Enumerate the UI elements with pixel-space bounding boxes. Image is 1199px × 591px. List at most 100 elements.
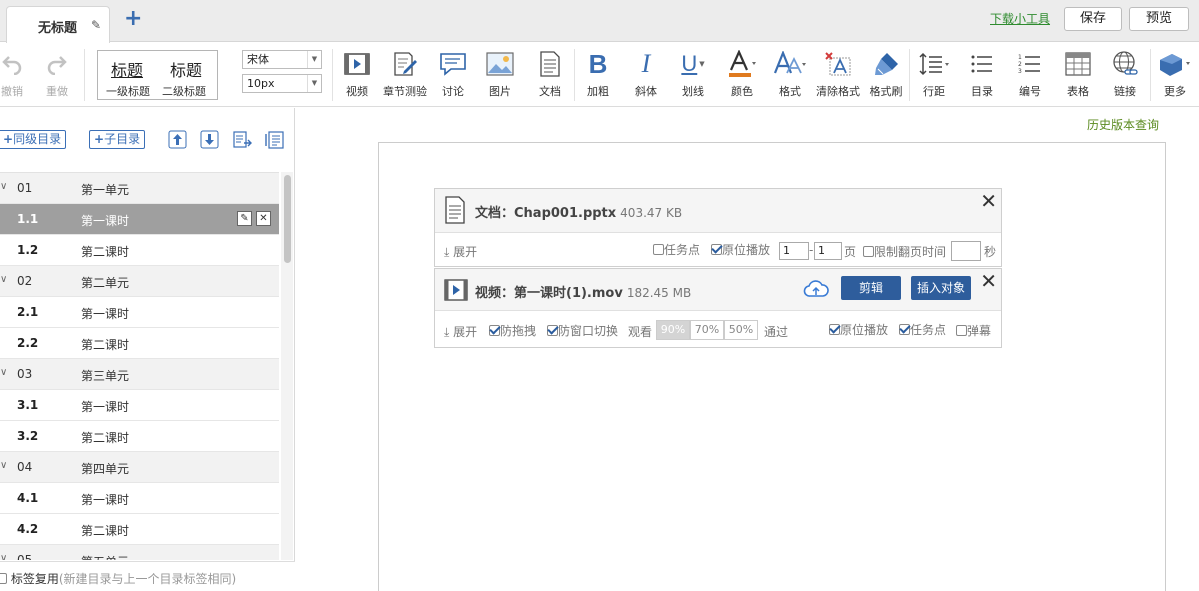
add-child-button[interactable]: +子目录 bbox=[89, 130, 146, 149]
outline-lesson-row[interactable]: 1.2 第二课时 bbox=[0, 235, 279, 266]
history-version-link[interactable]: 历史版本查询 bbox=[1087, 116, 1159, 133]
clear-format-button[interactable]: 清除格式 bbox=[813, 49, 863, 99]
outline-lesson-row[interactable]: 4.2 第二课时 bbox=[0, 514, 279, 545]
redo-button[interactable]: 重做 bbox=[42, 49, 72, 99]
underline-label: 划线 bbox=[682, 85, 704, 98]
underline-button[interactable]: U ▼ 划线 bbox=[676, 49, 710, 99]
doc-task-point-option[interactable]: 任务点 bbox=[653, 241, 700, 258]
heading1-sample[interactable]: 标题 bbox=[111, 57, 143, 81]
pencil-icon[interactable]: ✎ bbox=[237, 211, 252, 226]
document-tab[interactable]: 无标题 ✎ bbox=[6, 6, 110, 43]
anti-drag-checkbox[interactable] bbox=[489, 325, 500, 336]
plus-icon: + bbox=[3, 132, 14, 146]
outline-lesson-row[interactable]: 1.1 第一课时 ✎ ✕ bbox=[0, 204, 279, 235]
heading2-label[interactable]: 二级标题 bbox=[162, 83, 206, 99]
format-brush-label: 格式刷 bbox=[869, 85, 903, 98]
limit-page-time-option[interactable]: 限制翻页时间 bbox=[863, 243, 946, 260]
video-title: 视频：第一课时(1).mov bbox=[475, 286, 623, 301]
outline-lesson-row[interactable]: 2.2 第二课时 bbox=[0, 328, 279, 359]
video-inplace-play-option[interactable]: 原位播放 bbox=[829, 321, 888, 338]
image-button[interactable]: 图片 bbox=[485, 49, 515, 99]
italic-button[interactable]: I 斜体 bbox=[631, 49, 661, 99]
link-button[interactable]: 链接 bbox=[1110, 49, 1140, 99]
preview-button[interactable]: 预览 bbox=[1129, 7, 1189, 31]
line-spacing-button[interactable]: 行距 bbox=[916, 49, 952, 99]
outline-lesson-row[interactable]: 2.1 第一课时 bbox=[0, 297, 279, 328]
expand-toggle[interactable]: ⤓ 展开 bbox=[444, 243, 477, 260]
paint-brush-icon bbox=[866, 49, 906, 79]
save-button[interactable]: 保存 bbox=[1064, 7, 1122, 31]
outline-unit-row[interactable]: ∨ 05 第五单元 bbox=[0, 545, 279, 560]
outline-lesson-row[interactable]: 3.2 第二课时 bbox=[0, 421, 279, 452]
move-down-icon[interactable] bbox=[200, 130, 220, 150]
chevron-down-icon[interactable]: ∨ bbox=[0, 460, 7, 471]
numbering-button[interactable]: 123 编号 bbox=[1016, 49, 1044, 99]
danmaku-option[interactable]: 弹幕 bbox=[956, 322, 991, 339]
doc-task-point-checkbox[interactable] bbox=[653, 244, 664, 255]
page-to-input[interactable]: 1 bbox=[814, 242, 842, 260]
more-button[interactable]: 更多 bbox=[1156, 49, 1194, 99]
download-tool-link[interactable]: 下载小工具 bbox=[990, 10, 1050, 27]
doc-inplace-play-option[interactable]: 原位播放 bbox=[711, 241, 770, 258]
close-icon[interactable]: ✕ bbox=[980, 271, 997, 291]
chapter-test-button[interactable]: 章节测验 bbox=[380, 49, 430, 99]
close-icon[interactable]: ✕ bbox=[256, 211, 271, 226]
document-button[interactable]: 文档 bbox=[535, 49, 565, 99]
move-up-icon[interactable] bbox=[168, 130, 188, 150]
video-inplace-play-checkbox[interactable] bbox=[829, 324, 840, 335]
format-brush-button[interactable]: 格式刷 bbox=[866, 49, 906, 99]
font-family-select[interactable]: 宋体 ▼ bbox=[242, 50, 322, 69]
outline-lesson-row[interactable]: 3.1 第一课时 bbox=[0, 390, 279, 421]
undo-button[interactable]: 撤销 bbox=[0, 49, 26, 99]
anti-switch-checkbox[interactable] bbox=[547, 325, 558, 336]
chevron-down-icon[interactable]: ∨ bbox=[0, 181, 7, 192]
anti-switch-option[interactable]: 防窗口切换 bbox=[547, 322, 618, 339]
expand-toggle[interactable]: ⤓ 展开 bbox=[444, 323, 477, 340]
video-task-point-checkbox[interactable] bbox=[899, 324, 910, 335]
edit-video-button[interactable]: 剪辑 bbox=[841, 276, 901, 300]
doc-inplace-play-checkbox[interactable] bbox=[711, 244, 722, 255]
outline-unit-row[interactable]: ∨ 03 第三单元 bbox=[0, 359, 279, 390]
add-tab-plus-icon[interactable]: + bbox=[124, 8, 142, 30]
chevron-down-icon[interactable]: ∨ bbox=[0, 274, 7, 285]
outline-settings-icon[interactable] bbox=[265, 130, 285, 150]
document-block-title: 文档：Chap001.pptx 403.47 KB bbox=[475, 202, 682, 221]
bold-button[interactable]: B 加粗 bbox=[583, 49, 613, 99]
pencil-icon[interactable]: ✎ bbox=[91, 18, 101, 32]
toc-button[interactable]: 目录 bbox=[968, 49, 996, 99]
pass-rate-90[interactable]: 90% bbox=[656, 320, 690, 340]
table-button[interactable]: 表格 bbox=[1063, 49, 1093, 99]
danmaku-label: 弹幕 bbox=[967, 324, 992, 338]
format-label: 格式 bbox=[779, 85, 801, 98]
discussion-button[interactable]: 讨论 bbox=[438, 49, 468, 99]
chevron-down-icon[interactable]: ∨ bbox=[0, 553, 7, 560]
color-label: 颜色 bbox=[731, 85, 753, 98]
scroll-thumb[interactable] bbox=[284, 175, 291, 263]
pass-rate-70[interactable]: 70% bbox=[690, 320, 724, 340]
heading2-sample[interactable]: 标题 bbox=[170, 57, 202, 81]
danmaku-checkbox[interactable] bbox=[956, 325, 967, 336]
video-button[interactable]: 视频 bbox=[342, 49, 372, 99]
anti-drag-option[interactable]: 防拖拽 bbox=[489, 322, 536, 339]
outline-unit-row[interactable]: ∨ 04 第四单元 bbox=[0, 452, 279, 483]
chevron-down-icon[interactable]: ∨ bbox=[0, 367, 7, 378]
add-sibling-button[interactable]: +同级目录 bbox=[0, 130, 67, 149]
limit-page-time-checkbox[interactable] bbox=[863, 246, 874, 257]
outline-scrollbar[interactable] bbox=[281, 172, 293, 560]
import-outline-icon[interactable] bbox=[233, 130, 253, 150]
insert-object-button[interactable]: 插入对象 bbox=[911, 276, 971, 300]
color-button[interactable]: 颜色 bbox=[725, 49, 759, 99]
video-task-point-option[interactable]: 任务点 bbox=[899, 321, 946, 338]
pass-rate-50[interactable]: 50% bbox=[724, 320, 758, 340]
close-icon[interactable]: ✕ bbox=[980, 191, 997, 211]
page-from-input[interactable]: 1 bbox=[779, 242, 809, 260]
outline-unit-row[interactable]: ∨ 01 第一单元 bbox=[0, 173, 279, 204]
page-time-input[interactable] bbox=[951, 241, 981, 261]
font-size-select[interactable]: 10px ▼ bbox=[242, 74, 322, 93]
heading1-label[interactable]: 一级标题 bbox=[106, 83, 150, 99]
tag-reuse-checkbox[interactable] bbox=[0, 573, 7, 584]
outline-lesson-row[interactable]: 4.1 第一课时 bbox=[0, 483, 279, 514]
outline-unit-row[interactable]: ∨ 02 第二单元 bbox=[0, 266, 279, 297]
format-button[interactable]: 格式 bbox=[771, 49, 809, 99]
cloud-upload-icon[interactable] bbox=[803, 279, 829, 302]
